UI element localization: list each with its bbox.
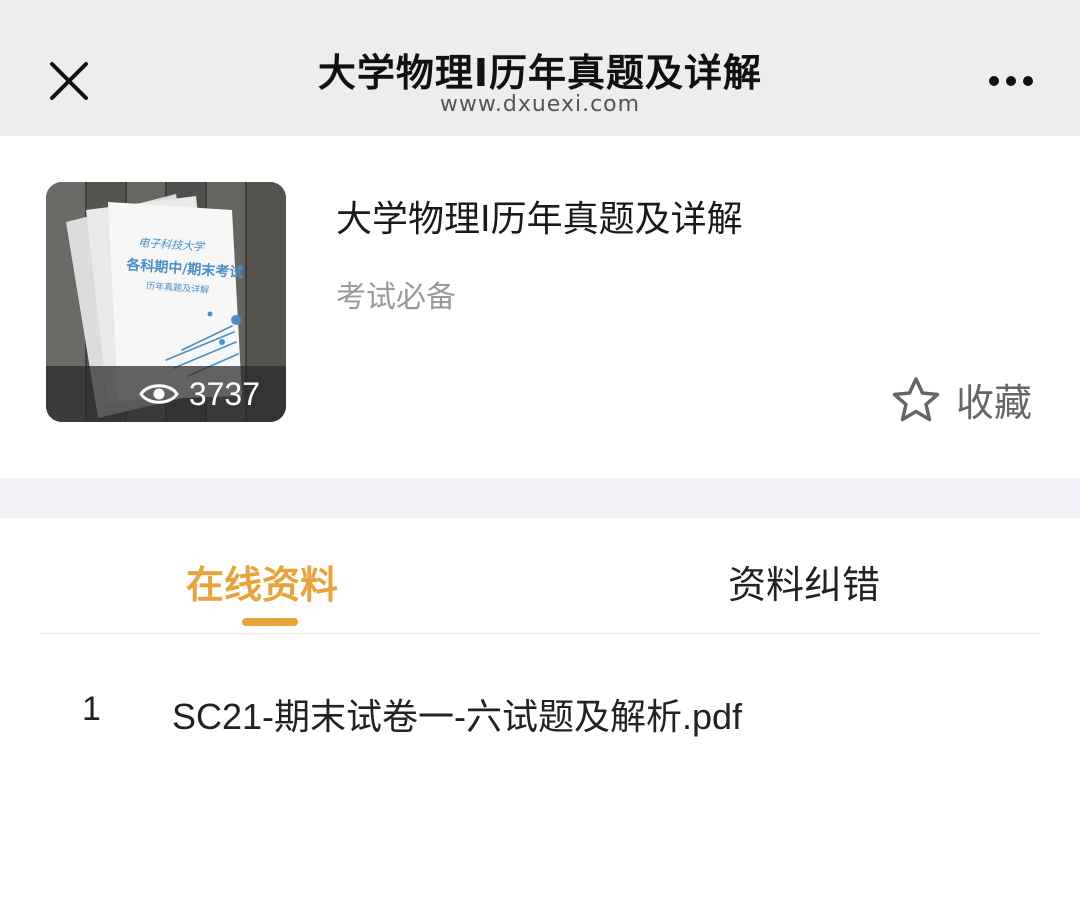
- view-count: 3737: [188, 375, 260, 412]
- favorite-label: 收藏: [955, 381, 1032, 425]
- file-list: 1 SC21-期末试卷一-六试题及解析.pdf: [0, 660, 1080, 760]
- document-subtitle: 考试必备: [336, 280, 456, 315]
- star-outline-icon: [892, 376, 940, 421]
- favorite-button[interactable]: 收藏: [890, 372, 1032, 427]
- top-navbar: 大学物理I历年真题及详解 www.dxuexi.com: [0, 0, 1080, 136]
- tab-online-materials[interactable]: 在线资料: [186, 554, 338, 609]
- tab-bar: 在线资料 资料纠错: [40, 518, 1040, 634]
- page-title: 大学物理I历年真题及详解: [317, 51, 763, 95]
- section-separator: [0, 478, 1080, 518]
- active-tab-indicator: [242, 618, 298, 626]
- document-title: 大学物理I历年真题及详解: [336, 199, 743, 240]
- page-url: www.dxuexi.com: [439, 92, 641, 117]
- list-item[interactable]: 1 SC21-期末试卷一-六试题及解析.pdf: [0, 660, 1080, 760]
- file-name[interactable]: SC21-期末试卷一-六试题及解析.pdf: [172, 688, 742, 740]
- file-index: 1: [82, 690, 101, 728]
- document-info-card: 电子科技大学 各科期中/期末考试 历年真题及详解 3737 大学物理I历年真题及…: [0, 136, 1080, 478]
- eye-icon: [139, 384, 179, 404]
- more-icon[interactable]: [986, 66, 1036, 96]
- document-cover-image[interactable]: 电子科技大学 各科期中/期末考试 历年真题及详解 3737: [46, 182, 286, 422]
- tab-error-report[interactable]: 资料纠错: [728, 554, 880, 609]
- view-count-badge: 3737: [46, 366, 286, 422]
